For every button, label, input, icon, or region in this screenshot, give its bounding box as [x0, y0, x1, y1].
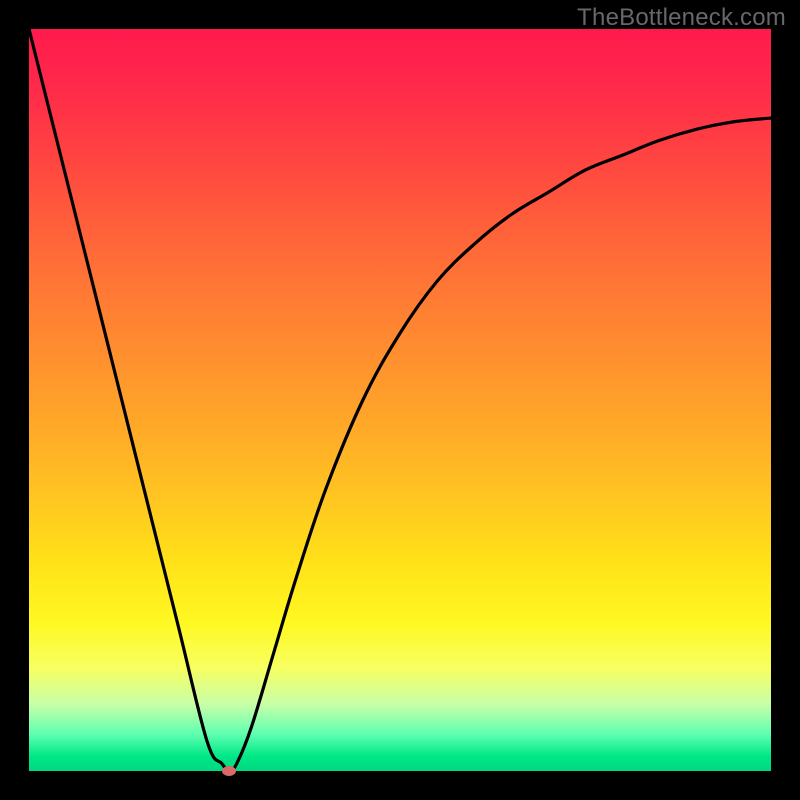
- watermark-label: TheBottleneck.com: [577, 4, 786, 32]
- optimum-marker: [222, 766, 236, 776]
- bottleneck-curve: [29, 29, 771, 771]
- plot-area: [29, 29, 771, 771]
